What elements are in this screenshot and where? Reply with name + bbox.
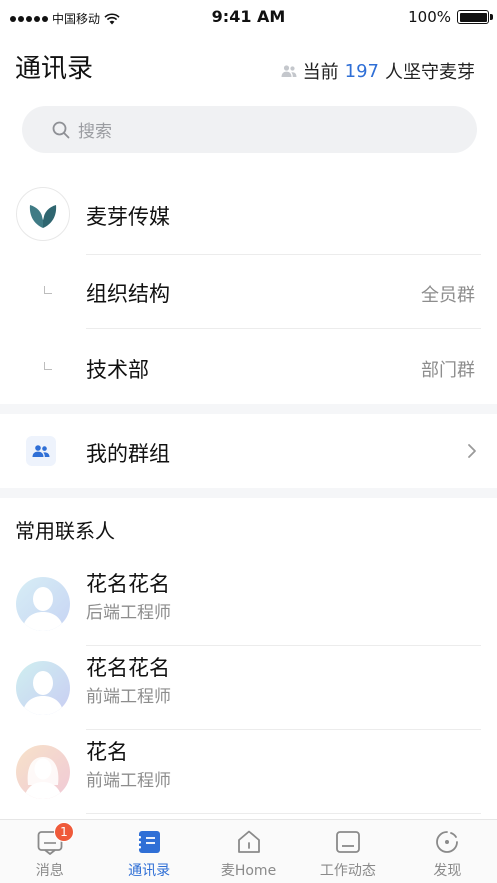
contact-role: 前端工程师 [86, 687, 171, 707]
chevron-right-icon [468, 444, 476, 458]
stay-suffix: 人坚守麦芽 [385, 62, 475, 83]
tab-label: 麦Home [220, 863, 277, 879]
tab-label: 发现 [433, 863, 462, 879]
tree-branch-icon [44, 286, 52, 294]
search-input[interactable]: 搜索 [22, 106, 477, 153]
tab-work-feed[interactable]: 工作动态 [298, 820, 397, 883]
tree-branch-icon [44, 362, 52, 370]
group-type-tag: 全员群 [421, 285, 475, 306]
contact-item[interactable]: 花名花名 后端工程师 [0, 562, 497, 646]
tab-label: 通讯录 [128, 863, 171, 879]
unread-badge: 1 [54, 822, 74, 842]
work-feed-icon [336, 831, 360, 853]
battery-percent: 100% [408, 8, 451, 26]
contact-item[interactable]: 花名 前端工程师 [0, 730, 497, 814]
my-groups-label: 我的群组 [86, 442, 170, 466]
tab-bar: 1 消息 通讯录 麦Home 工作动态 发现 [0, 819, 497, 883]
contact-item[interactable]: 花名花名 前端工程师 [0, 646, 497, 730]
discover-icon [436, 831, 459, 853]
divider [86, 254, 481, 255]
divider [86, 813, 481, 814]
sub-item-label: 技术部 [86, 358, 149, 382]
search-placeholder: 搜索 [78, 122, 112, 142]
contact-role: 后端工程师 [86, 603, 171, 623]
page-title: 通讯录 [15, 54, 94, 84]
my-groups-row[interactable]: 我的群组 [0, 414, 497, 488]
tab-discover[interactable]: 发现 [398, 820, 497, 883]
battery-icon [457, 10, 493, 24]
contact-name: 花名花名 [86, 572, 170, 596]
sub-item-label: 组织结构 [86, 282, 170, 306]
stay-count: 197 [344, 60, 379, 82]
avatar [16, 745, 70, 799]
tab-messages[interactable]: 1 消息 [0, 820, 99, 883]
contact-name: 花名花名 [86, 656, 170, 680]
contact-role: 前端工程师 [86, 771, 171, 791]
section-gap [0, 404, 497, 414]
avatar [16, 661, 70, 715]
tab-label: 消息 [35, 863, 64, 879]
battery-group: 100% [408, 8, 493, 26]
tab-contacts[interactable]: 通讯录 [99, 820, 198, 883]
contacts-icon [137, 831, 161, 853]
search-icon [52, 121, 70, 138]
divider [86, 328, 481, 329]
people-icon [281, 65, 297, 77]
tab-label: 工作动态 [319, 863, 376, 879]
home-icon [237, 830, 260, 853]
tab-home[interactable]: 麦Home [199, 820, 298, 883]
frequent-contacts-title: 常用联系人 [15, 519, 115, 543]
group-icon [26, 436, 56, 466]
section-gap [0, 488, 497, 498]
sprout-logo-icon [29, 201, 57, 228]
contact-name: 花名 [86, 740, 128, 764]
organization-row[interactable]: 麦芽传媒 [0, 185, 497, 253]
organization-name: 麦芽传媒 [86, 205, 170, 229]
status-bar: 中国移动 9:41 AM 100% [0, 0, 497, 34]
group-type-tag: 部门群 [421, 360, 475, 381]
organization-logo [16, 187, 70, 241]
stay-info: 当前 197 人坚守麦芽 [281, 58, 475, 84]
header: 通讯录 当前 197 人坚守麦芽 [0, 46, 497, 90]
sub-item-tech-dept[interactable]: 技术部 部门群 [0, 328, 497, 402]
stay-prefix: 当前 [302, 62, 339, 83]
sub-item-org-structure[interactable]: 组织结构 全员群 [0, 254, 497, 328]
avatar [16, 577, 70, 631]
